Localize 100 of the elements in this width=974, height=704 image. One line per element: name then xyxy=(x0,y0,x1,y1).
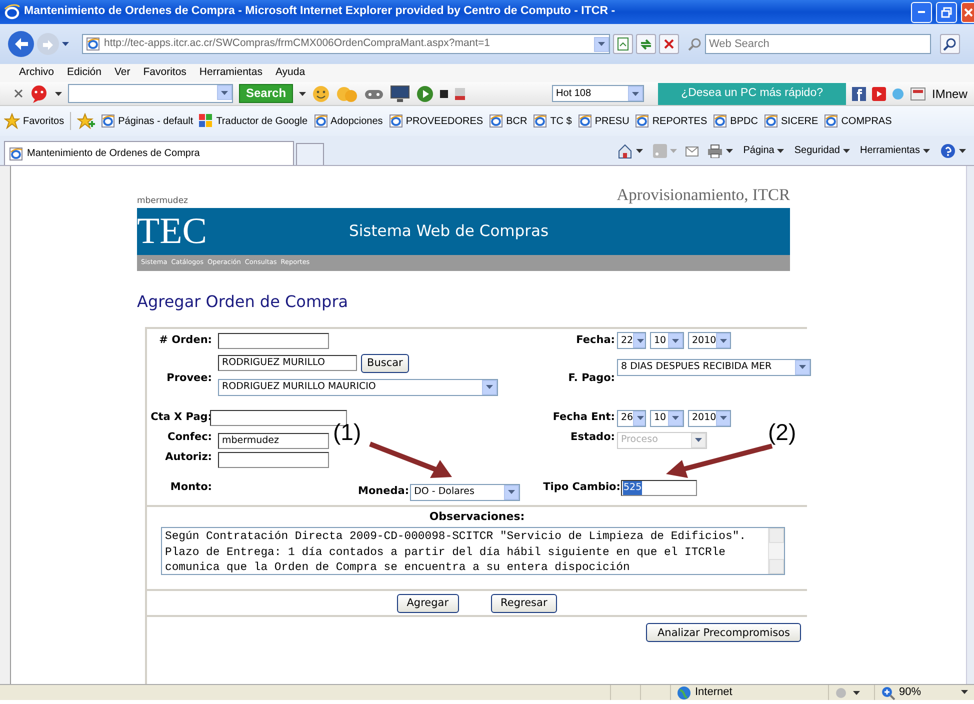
page-icon xyxy=(713,114,728,128)
caret-icon xyxy=(637,338,644,343)
page-icon xyxy=(86,37,100,51)
video-icon[interactable] xyxy=(872,86,886,100)
dropdown[interactable]: 10 xyxy=(650,332,684,350)
caret-icon xyxy=(636,148,644,152)
scrollbar[interactable] xyxy=(966,166,974,684)
menu-button[interactable]: Seguridad xyxy=(792,143,852,158)
favorite-link[interactable]: SICERE xyxy=(764,114,818,128)
action-button[interactable]: Agregar xyxy=(396,594,459,613)
menu-button[interactable]: Página xyxy=(741,143,786,158)
page-icon xyxy=(824,114,838,128)
stop-icon[interactable] xyxy=(440,90,448,98)
favorite-link[interactable]: BCR xyxy=(489,114,528,128)
caret-icon xyxy=(508,490,516,494)
favorite-link[interactable]: REPORTES xyxy=(635,114,708,128)
stop-icon xyxy=(663,38,675,50)
refresh-button[interactable] xyxy=(636,34,656,54)
chat-icon[interactable] xyxy=(29,84,49,102)
favorite-link[interactable]: COMPRAS xyxy=(824,114,892,128)
input-field[interactable] xyxy=(218,332,329,349)
status-zone[interactable]: Internet xyxy=(677,684,732,701)
back-button[interactable] xyxy=(8,31,34,57)
favorite-link[interactable]: Páginas - default xyxy=(101,114,194,128)
facebook-icon[interactable] xyxy=(852,86,866,100)
compatibility-button[interactable] xyxy=(613,34,633,54)
toolbar-search-field[interactable] xyxy=(68,84,233,103)
action-button[interactable]: Regresar xyxy=(490,594,558,613)
field-label: Cta X Pag: xyxy=(150,410,212,426)
news-icon[interactable] xyxy=(910,86,926,100)
caret-icon xyxy=(853,690,860,694)
stop-button[interactable] xyxy=(659,34,679,54)
caret-icon xyxy=(672,338,679,343)
menu-item[interactable]: Favoritos xyxy=(143,65,186,81)
smiley-icon[interactable] xyxy=(312,84,330,102)
dropdown: Proceso xyxy=(617,432,707,449)
caret-icon xyxy=(726,148,734,152)
monitor-icon[interactable] xyxy=(390,84,410,102)
browser-tab[interactable]: Mantenimiento de Ordenes de Compra xyxy=(4,141,294,165)
favorite-link[interactable]: Adopciones xyxy=(314,114,383,128)
caret-icon xyxy=(672,416,679,420)
analyze-button[interactable]: Analizar Precompromisos xyxy=(646,623,801,642)
menu-item[interactable]: Ayuda xyxy=(275,65,306,81)
field-label: Fecha: xyxy=(576,332,615,348)
input-field[interactable]: mbermudez xyxy=(218,432,329,449)
browser-icon xyxy=(4,4,20,20)
mail-icon[interactable] xyxy=(685,144,700,156)
page-icon xyxy=(489,114,504,128)
favorite-link[interactable]: Traductor de Google xyxy=(199,114,308,128)
input-field[interactable]: 525 xyxy=(621,480,698,496)
menu-button[interactable]: Herramientas xyxy=(858,143,932,158)
favorites-button[interactable]: Favoritos xyxy=(4,113,64,129)
minimize-button[interactable] xyxy=(911,2,932,22)
dropdown[interactable]: RODRIGUEZ MURILLO MAURICIO xyxy=(218,378,498,396)
search-button[interactable] xyxy=(940,34,960,54)
help-button[interactable] xyxy=(938,142,968,158)
menu-item[interactable]: Herramientas xyxy=(199,65,262,81)
dropdown[interactable]: 2010 xyxy=(688,332,731,350)
station-dropdown[interactable]: Hot 108 xyxy=(552,85,644,102)
page-icon xyxy=(101,114,116,128)
play-icon[interactable] xyxy=(416,84,434,102)
dropdown[interactable]: 22 xyxy=(617,332,646,350)
favorite-link[interactable]: TC $ xyxy=(533,114,572,128)
organization-text: Aprovisionamiento, ITCR xyxy=(616,184,790,206)
maximize-button[interactable] xyxy=(936,2,957,22)
volume-icon[interactable] xyxy=(454,86,466,102)
menu-item[interactable]: Edición xyxy=(67,65,102,81)
dropdown[interactable]: DO - Dolares xyxy=(410,484,520,501)
favorite-link[interactable]: BPDC xyxy=(713,114,758,128)
feed-icon xyxy=(653,144,668,158)
close-icon[interactable] xyxy=(14,89,23,98)
dropdown[interactable]: 26 xyxy=(617,410,646,427)
field-label: # Orden: xyxy=(159,332,212,348)
system-title: Sistema Web de Compras xyxy=(349,220,549,242)
dropdown[interactable]: 2010 xyxy=(688,410,731,427)
favorite-link[interactable]: PROVEEDORES xyxy=(388,114,484,128)
close-button[interactable] xyxy=(961,2,974,22)
close-icon xyxy=(964,8,972,16)
caret-icon xyxy=(923,148,930,152)
address-field[interactable]: http://tec-apps.itcr.ac.cr/SWCompras/frmCMX006OrdenCompraMant.aspx?mant=1 xyxy=(82,34,610,54)
caret-icon xyxy=(959,148,966,152)
caret-icon xyxy=(299,92,306,96)
field-label: Confec: xyxy=(167,430,212,445)
menu-item[interactable]: Ver xyxy=(114,65,130,81)
zoom-control[interactable]: 90% xyxy=(881,684,922,701)
favorite-link[interactable]: PRESU xyxy=(578,114,630,128)
menu-item[interactable]: Archivo xyxy=(19,65,54,81)
dropdown[interactable]: 8 DIAS DESPUES RECIBIDA MER xyxy=(617,358,811,376)
toolbar-label[interactable]: IMnew xyxy=(932,84,968,102)
dropdown[interactable]: 10 xyxy=(650,410,684,427)
input-field[interactable] xyxy=(218,452,329,468)
input-field[interactable]: RODRIGUEZ MURILLO xyxy=(218,355,357,372)
print-button[interactable] xyxy=(705,144,736,158)
text-area[interactable]: Según Contratación Directa 2009-CD-000098-SCITCR "Servicio de Limpieza de Edificios". Plazo de Entrega: 1 día contados a partir del día hábil siguiente en que el ITCRle comunica que la Orden de Compra se encuentra a su entera dispocición xyxy=(161,527,785,576)
search-field[interactable]: Web Search xyxy=(705,34,931,54)
search-button[interactable]: Buscar xyxy=(361,354,409,373)
add-favorite-icon[interactable] xyxy=(77,113,96,129)
new-tab-button[interactable] xyxy=(296,143,324,165)
caret-icon xyxy=(637,416,644,420)
printer-icon xyxy=(707,144,724,158)
